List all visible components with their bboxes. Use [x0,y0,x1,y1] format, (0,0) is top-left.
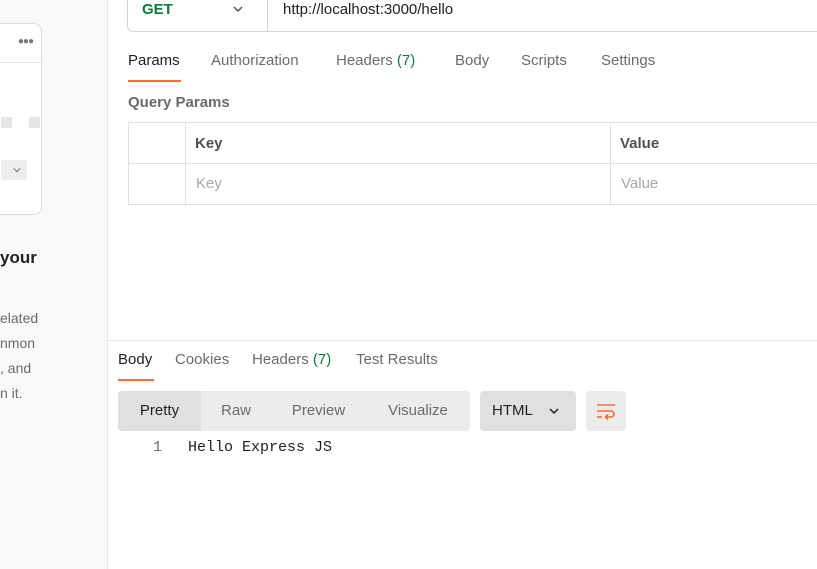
response-headers-count: (7) [312,351,332,368]
table-col-divider [610,123,611,204]
active-tab-indicator [128,80,181,82]
tab-headers-label: Headers [336,52,393,69]
wrap-lines-button[interactable] [586,391,626,431]
active-response-tab-indicator [118,379,154,381]
wrap-lines-icon [597,404,615,420]
view-mode-group: Pretty Raw Preview Visualize [118,391,470,431]
response-tab-headers[interactable]: Headers (7) [252,351,331,368]
format-label: HTML [492,402,533,419]
more-horizontal-icon[interactable]: ●●● [18,36,34,47]
request-url-bar: GET http://localhost:3000/hello [127,0,817,32]
response-body-text: Hello Express JS [188,439,333,456]
left-text-line: n it. [0,385,23,401]
chevron-down-icon [13,167,21,173]
column-header-key: Key [195,135,223,152]
tab-authorization[interactable]: Authorization [211,52,299,69]
left-text-line: elated [0,310,39,326]
preview-card: ●●● [0,23,42,215]
url-input[interactable]: http://localhost:3000/hello [283,1,453,18]
view-raw-button[interactable]: Raw [201,391,271,431]
table-row-divider [129,163,817,164]
left-heading: your [0,248,37,267]
left-panel: ●●● your elated nmon , and n it. [0,0,108,569]
tab-scripts[interactable]: Scripts [521,52,567,69]
tab-settings[interactable]: Settings [601,52,655,69]
left-text-line: , and [0,360,32,376]
view-preview-button[interactable]: Preview [271,391,366,431]
view-pretty-button[interactable]: Pretty [118,391,201,431]
tab-headers[interactable]: Headers (7) [336,52,415,69]
column-header-value: Value [620,135,660,152]
view-visualize-button[interactable]: Visualize [366,391,470,431]
tab-params[interactable]: Params [128,52,180,69]
code-line-number: 1 [153,439,163,456]
placeholder-block [29,117,40,128]
tab-body[interactable]: Body [455,52,489,69]
card-dropdown[interactable] [1,160,27,180]
param-value-input[interactable]: Value [621,175,658,192]
table-col-divider [185,123,186,204]
query-params-title: Query Params [128,94,230,111]
url-divider [267,0,268,31]
left-text-line: nmon [0,335,36,351]
query-params-table: Key Value Key Value [128,122,817,205]
response-tab-test-results[interactable]: Test Results [356,351,438,368]
headers-count: (7) [396,52,416,69]
method-select[interactable]: GET [142,1,173,18]
format-select[interactable]: HTML [480,391,576,431]
chevron-down-icon[interactable] [232,3,244,15]
param-key-input[interactable]: Key [196,175,222,192]
response-divider [108,340,817,341]
card-divider [0,62,41,63]
chevron-down-icon [549,408,559,415]
response-tab-cookies[interactable]: Cookies [175,351,229,368]
response-tab-headers-label: Headers [252,351,309,368]
response-tab-body[interactable]: Body [118,351,152,368]
placeholder-block [1,117,12,128]
